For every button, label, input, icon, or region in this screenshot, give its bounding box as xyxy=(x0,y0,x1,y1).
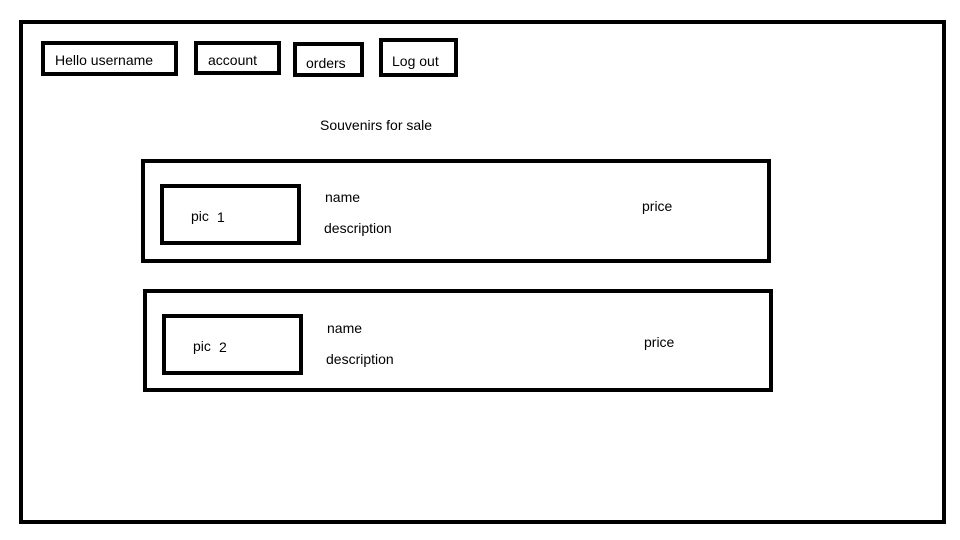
product-card[interactable]: pic 2 name description price xyxy=(143,289,773,392)
product-name[interactable]: name xyxy=(325,189,360,205)
page-title: Souvenirs for sale xyxy=(320,117,433,133)
greeting-label: Hello username xyxy=(41,41,178,76)
logout-button[interactable]: Log out xyxy=(379,38,458,77)
product-image-label: pic xyxy=(191,208,209,224)
product-image-number: 2 xyxy=(219,339,227,355)
product-description: description xyxy=(324,220,392,236)
greeting-text: Hello username xyxy=(55,52,154,68)
product-image[interactable]: pic 1 xyxy=(160,184,301,245)
app-window xyxy=(19,20,946,524)
account-button-label: account xyxy=(208,52,258,68)
product-card[interactable]: pic 1 name description price xyxy=(141,159,771,263)
product-price: price xyxy=(642,198,673,214)
product-image-label: pic xyxy=(193,338,211,354)
product-price: price xyxy=(644,334,675,350)
account-button[interactable]: account xyxy=(194,41,281,75)
logout-button-label: Log out xyxy=(392,53,439,69)
product-description: description xyxy=(326,351,394,367)
product-image[interactable]: pic 2 xyxy=(162,314,303,375)
orders-button-label: orders xyxy=(306,55,346,71)
orders-button[interactable]: orders xyxy=(293,42,364,77)
product-image-number: 1 xyxy=(217,209,225,225)
product-name[interactable]: name xyxy=(327,320,362,336)
